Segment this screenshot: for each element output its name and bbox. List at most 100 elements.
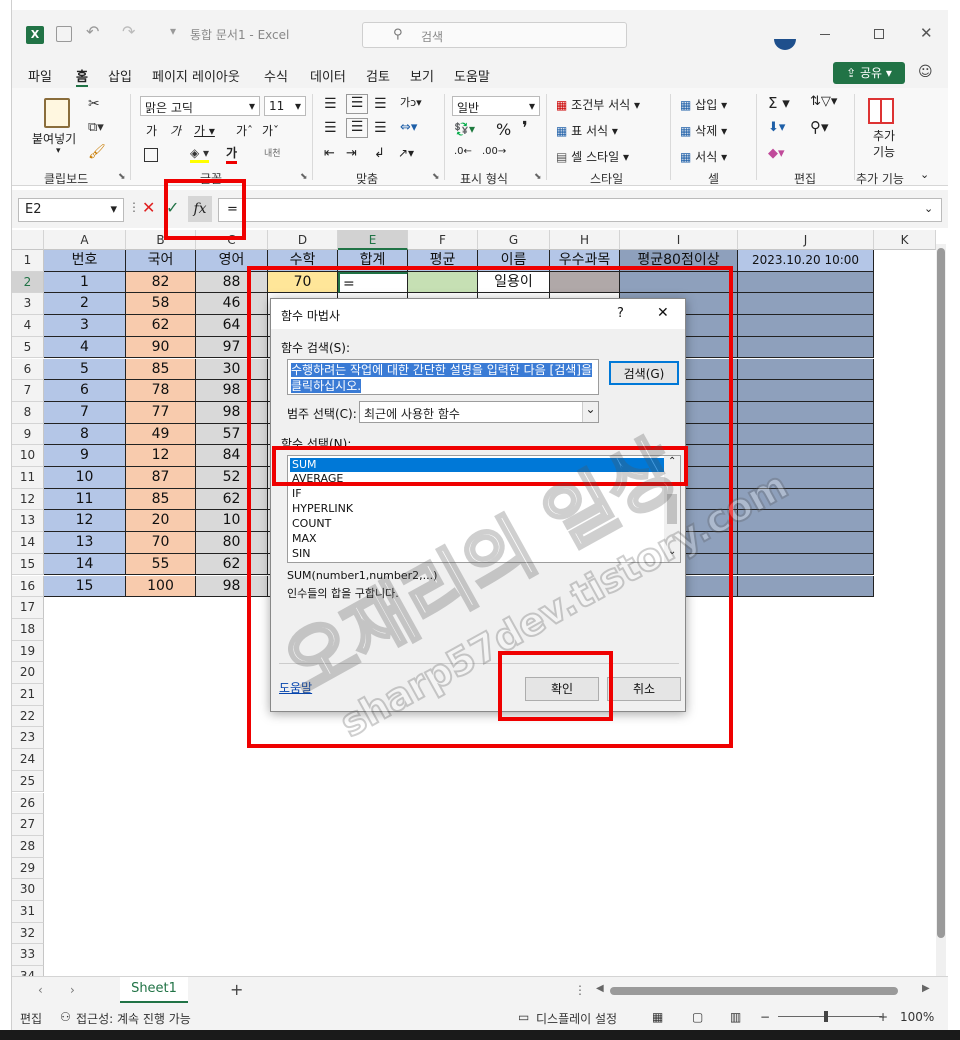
customize-qat-icon[interactable]: ▾ [170,24,176,38]
expand-formula-icon[interactable]: ⌄ [924,202,933,215]
row-header-6[interactable]: 6 [12,358,44,381]
cell-a5[interactable]: 4 [44,336,126,359]
menu-data[interactable]: 데이터 [310,66,346,85]
delete-cells-button[interactable]: ▦ 삭제 ▾ [680,122,727,139]
menu-review[interactable]: 검토 [366,66,390,85]
row-header-11[interactable]: 11 [12,467,44,489]
collapse-ribbon-icon[interactable]: ⌄ [920,168,929,181]
merge-icon[interactable]: ⇔▾ [400,120,417,135]
row-header-20[interactable]: 20 [12,662,44,684]
paste-button[interactable]: 붙여넣기 [32,130,76,147]
cell-j6[interactable] [738,358,874,381]
scroll-down-icon[interactable]: ⌄ [668,546,676,557]
search-box[interactable]: ⚲ 검색 [362,22,627,48]
row-header-29[interactable]: 29 [12,857,44,880]
row-header-28[interactable]: 28 [12,835,44,858]
display-settings-icon[interactable]: ▭ [518,1010,529,1024]
zoom-level[interactable]: 100% [900,1010,934,1024]
cell-b9[interactable]: 49 [126,423,196,446]
row-header-26[interactable]: 26 [12,792,44,815]
row-header-5[interactable]: 5 [12,336,44,359]
cell-j3[interactable] [738,293,874,316]
row-header-7[interactable]: 7 [12,380,44,402]
add-ins-button[interactable]: 추가 기능 [869,128,899,160]
fill-color-icon[interactable]: ◈ ▾ [190,146,210,163]
header-cell-a[interactable]: 번호 [44,250,126,272]
zoom-slider[interactable] [778,1016,882,1017]
vertical-scrollbar[interactable] [936,244,946,976]
column-header-f[interactable]: F [408,230,478,250]
sort-filter-icon[interactable]: ⇅▽▾ [810,94,837,109]
autosum-icon[interactable]: Σ ▾ [768,94,790,112]
cell-j9[interactable] [738,423,874,446]
cell-b10[interactable]: 12 [126,445,196,467]
row-header-15[interactable]: 15 [12,553,44,576]
cell-b14[interactable]: 70 [126,532,196,554]
cell-j15[interactable] [738,553,874,576]
comments-icon[interactable]: ☺ [918,64,933,80]
bold-button[interactable]: 가 [146,122,157,139]
row-header-10[interactable]: 10 [12,445,44,467]
close-window-icon[interactable]: ✕ [920,24,933,42]
cell-a3[interactable]: 2 [44,293,126,316]
row-header-17[interactable]: 17 [12,597,44,619]
menu-home[interactable]: 홈 [76,66,88,87]
cell-b11[interactable]: 87 [126,467,196,489]
cell-a9[interactable]: 8 [44,423,126,446]
column-header-g[interactable]: G [478,230,550,250]
row-header-31[interactable]: 31 [12,901,44,923]
menu-view[interactable]: 보기 [410,66,434,85]
menu-formulas[interactable]: 수식 [264,66,288,85]
row-header-24[interactable]: 24 [12,749,44,771]
row-header-22[interactable]: 22 [12,705,44,728]
row-header-9[interactable]: 9 [12,423,44,446]
accessibility-icon[interactable]: ⚇ [60,1010,71,1024]
paste-icon[interactable] [44,98,70,128]
row-header-13[interactable]: 13 [12,510,44,533]
comma-icon[interactable]: ❜ [522,118,528,139]
row-header-2[interactable]: 2 [12,271,44,294]
copy-icon[interactable]: ⧉▾ [88,120,104,135]
save-icon[interactable] [56,26,72,42]
shrink-font-button[interactable]: 가ˇ [262,122,279,139]
wrap-text-icon[interactable]: ↲ [374,146,385,161]
cell-a10[interactable]: 9 [44,445,126,467]
cell-a15[interactable]: 14 [44,553,126,576]
dialog-close-icon[interactable]: ✕ [657,305,669,321]
align-left-icon[interactable]: ☰ [324,120,337,136]
cell-b8[interactable]: 77 [126,401,196,424]
function-item-count[interactable]: COUNT [290,517,664,531]
horizontal-scroll-thumb[interactable] [610,987,898,995]
cell-j10[interactable] [738,445,874,467]
cell-j11[interactable] [738,467,874,489]
column-header-k[interactable]: K [874,230,936,250]
cell-j12[interactable] [738,488,874,511]
cell-j7[interactable] [738,380,874,402]
cell-j13[interactable] [738,510,874,533]
cell-b7[interactable]: 78 [126,380,196,402]
row-header-34[interactable]: 34 [12,966,44,976]
cell-a13[interactable]: 12 [44,510,126,533]
increase-indent-icon[interactable]: ⇥ [346,146,357,161]
help-link[interactable]: 도움말 [279,679,312,696]
align-right-icon[interactable]: ☰ [374,120,387,136]
display-settings[interactable]: 디스플레이 설정 [536,1010,617,1027]
conditional-format-button[interactable]: ▦ 조건부 서식 ▾ [556,96,640,113]
cell-a12[interactable]: 11 [44,488,126,511]
tab-options-icon[interactable]: ⋮ [574,983,586,997]
text-direction-icon[interactable]: ↗▾ [398,146,414,160]
row-header-12[interactable]: 12 [12,488,44,511]
redo-icon[interactable]: ↷ [122,22,135,41]
cell-b4[interactable]: 62 [126,315,196,337]
function-item-hyperlink[interactable]: HYPERLINK [290,502,664,516]
menu-insert[interactable]: 삽입 [108,66,132,85]
cancel-button[interactable]: 취소 [607,677,681,701]
number-format-select[interactable]: 일반 ▾ [452,96,540,116]
cell-a16[interactable]: 15 [44,575,126,598]
currency-icon[interactable]: 💱▾ [454,122,475,136]
cell-b6[interactable]: 85 [126,358,196,381]
cell-j4[interactable] [738,315,874,337]
clipboard-launcher-icon[interactable]: ⬊ [118,172,126,182]
row-header-21[interactable]: 21 [12,684,44,706]
normal-view-icon[interactable]: ▦ [652,1010,663,1024]
